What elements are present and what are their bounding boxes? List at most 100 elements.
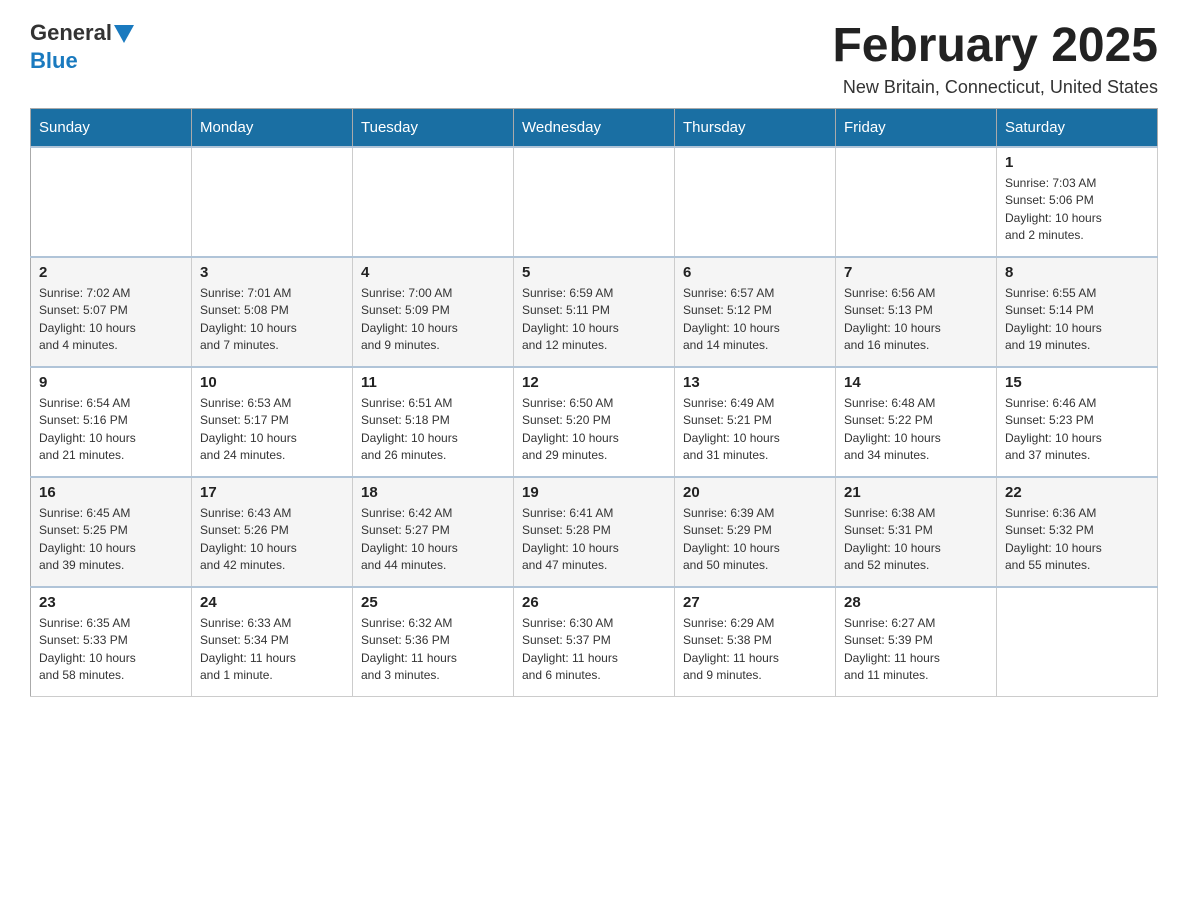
calendar-cell	[836, 147, 997, 257]
day-number: 14	[844, 374, 988, 391]
day-number: 1	[1005, 154, 1149, 171]
day-info: Sunrise: 7:02 AM Sunset: 5:07 PM Dayligh…	[39, 285, 183, 355]
logo-triangle-icon	[114, 25, 134, 43]
day-info: Sunrise: 6:45 AM Sunset: 5:25 PM Dayligh…	[39, 505, 183, 575]
calendar-cell: 4Sunrise: 7:00 AM Sunset: 5:09 PM Daylig…	[353, 257, 514, 367]
calendar-cell: 10 Sunrise: 6:53 AM Sunset: 5:17 PM Dayli…	[192, 367, 353, 477]
calendar-week-row: 2 Sunrise: 7:02 AM Sunset: 5:07 PM Daylig…	[31, 257, 1158, 367]
day-number: 23	[39, 594, 183, 611]
day-number: 22	[1005, 484, 1149, 501]
day-number: 12	[522, 374, 666, 391]
day-info: Sunrise: 6:57 AM Sunset: 5:12 PM Dayligh…	[683, 285, 827, 355]
day-info: Sunrise: 6:55 AM Sunset: 5:14 PM Dayligh…	[1005, 285, 1149, 355]
calendar-cell: 13Sunrise: 6:49 AM Sunset: 5:21 PM Dayli…	[675, 367, 836, 477]
calendar-cell: 11Sunrise: 6:51 AM Sunset: 5:18 PM Dayli…	[353, 367, 514, 477]
column-header-sunday: Sunday	[31, 108, 192, 147]
calendar-cell: 2 Sunrise: 7:02 AM Sunset: 5:07 PM Daylig…	[31, 257, 192, 367]
calendar-cell	[31, 147, 192, 257]
day-info: Sunrise: 6:53 AM Sunset: 5:17 PM Dayligh…	[200, 395, 344, 465]
header: General Blue February 2025 New Britain, …	[30, 20, 1158, 98]
subtitle: New Britain, Connecticut, United States	[832, 77, 1158, 98]
calendar: SundayMondayTuesdayWednesdayThursdayFrid…	[30, 108, 1158, 698]
day-number: 26	[522, 594, 666, 611]
calendar-week-row: 16 Sunrise: 6:45 AM Sunset: 5:25 PM Dayli…	[31, 477, 1158, 587]
day-info: Sunrise: 6:43 AM Sunset: 5:26 PM Dayligh…	[200, 505, 344, 575]
calendar-cell: 22 Sunrise: 6:36 AM Sunset: 5:32 PM Dayli…	[997, 477, 1158, 587]
day-info: Sunrise: 6:29 AM Sunset: 5:38 PM Dayligh…	[683, 615, 827, 685]
day-number: 28	[844, 594, 988, 611]
day-number: 5	[522, 264, 666, 281]
day-number: 3	[200, 264, 344, 281]
calendar-week-row: 23 Sunrise: 6:35 AM Sunset: 5:33 PM Dayli…	[31, 587, 1158, 697]
day-number: 7	[844, 264, 988, 281]
calendar-cell: 25 Sunrise: 6:32 AM Sunset: 5:36 PM Dayli…	[353, 587, 514, 697]
calendar-cell	[353, 147, 514, 257]
calendar-cell: 27 Sunrise: 6:29 AM Sunset: 5:38 PM Dayli…	[675, 587, 836, 697]
day-number: 24	[200, 594, 344, 611]
calendar-cell: 20 Sunrise: 6:39 AM Sunset: 5:29 PM Dayli…	[675, 477, 836, 587]
calendar-cell: 16 Sunrise: 6:45 AM Sunset: 5:25 PM Dayli…	[31, 477, 192, 587]
day-info: Sunrise: 7:01 AM Sunset: 5:08 PM Dayligh…	[200, 285, 344, 355]
day-info: Sunrise: 6:56 AM Sunset: 5:13 PM Dayligh…	[844, 285, 988, 355]
day-info: Sunrise: 7:03 AM Sunset: 5:06 PM Dayligh…	[1005, 175, 1149, 245]
logo: General Blue	[30, 20, 134, 74]
day-info: Sunrise: 6:38 AM Sunset: 5:31 PM Dayligh…	[844, 505, 988, 575]
calendar-cell: 7 Sunrise: 6:56 AM Sunset: 5:13 PM Daylig…	[836, 257, 997, 367]
calendar-cell: 6 Sunrise: 6:57 AM Sunset: 5:12 PM Daylig…	[675, 257, 836, 367]
calendar-cell: 26 Sunrise: 6:30 AM Sunset: 5:37 PM Dayli…	[514, 587, 675, 697]
day-number: 20	[683, 484, 827, 501]
calendar-cell: 9 Sunrise: 6:54 AM Sunset: 5:16 PM Daylig…	[31, 367, 192, 477]
calendar-cell: 23 Sunrise: 6:35 AM Sunset: 5:33 PM Dayli…	[31, 587, 192, 697]
day-info: Sunrise: 6:46 AM Sunset: 5:23 PM Dayligh…	[1005, 395, 1149, 465]
day-info: Sunrise: 6:54 AM Sunset: 5:16 PM Dayligh…	[39, 395, 183, 465]
day-number: 9	[39, 374, 183, 391]
day-info: Sunrise: 6:50 AM Sunset: 5:20 PM Dayligh…	[522, 395, 666, 465]
day-info: Sunrise: 6:42 AM Sunset: 5:27 PM Dayligh…	[361, 505, 505, 575]
day-info: Sunrise: 6:36 AM Sunset: 5:32 PM Dayligh…	[1005, 505, 1149, 575]
page-title: February 2025	[832, 20, 1158, 73]
day-number: 27	[683, 594, 827, 611]
column-header-monday: Monday	[192, 108, 353, 147]
day-number: 16	[39, 484, 183, 501]
calendar-cell	[514, 147, 675, 257]
calendar-week-row: 1 Sunrise: 7:03 AM Sunset: 5:06 PM Daylig…	[31, 147, 1158, 257]
day-number: 10	[200, 374, 344, 391]
calendar-cell: 8 Sunrise: 6:55 AM Sunset: 5:14 PM Daylig…	[997, 257, 1158, 367]
logo-blue-text: Blue	[30, 48, 78, 73]
day-info: Sunrise: 6:30 AM Sunset: 5:37 PM Dayligh…	[522, 615, 666, 685]
column-header-tuesday: Tuesday	[353, 108, 514, 147]
day-number: 25	[361, 594, 505, 611]
column-header-saturday: Saturday	[997, 108, 1158, 147]
day-info: Sunrise: 6:33 AM Sunset: 5:34 PM Dayligh…	[200, 615, 344, 685]
day-info: Sunrise: 6:32 AM Sunset: 5:36 PM Dayligh…	[361, 615, 505, 685]
calendar-cell: 15Sunrise: 6:46 AM Sunset: 5:23 PM Dayli…	[997, 367, 1158, 477]
calendar-cell	[675, 147, 836, 257]
calendar-cell	[192, 147, 353, 257]
calendar-cell: 17Sunrise: 6:43 AM Sunset: 5:26 PM Dayli…	[192, 477, 353, 587]
logo-general-text: General	[30, 20, 112, 46]
column-header-friday: Friday	[836, 108, 997, 147]
calendar-cell: 24 Sunrise: 6:33 AM Sunset: 5:34 PM Dayli…	[192, 587, 353, 697]
calendar-cell: 1 Sunrise: 7:03 AM Sunset: 5:06 PM Daylig…	[997, 147, 1158, 257]
calendar-cell: 3 Sunrise: 7:01 AM Sunset: 5:08 PM Daylig…	[192, 257, 353, 367]
day-info: Sunrise: 6:27 AM Sunset: 5:39 PM Dayligh…	[844, 615, 988, 685]
calendar-header-row: SundayMondayTuesdayWednesdayThursdayFrid…	[31, 108, 1158, 147]
day-number: 6	[683, 264, 827, 281]
day-number: 8	[1005, 264, 1149, 281]
day-info: Sunrise: 6:49 AM Sunset: 5:21 PM Dayligh…	[683, 395, 827, 465]
day-number: 21	[844, 484, 988, 501]
calendar-cell: 14Sunrise: 6:48 AM Sunset: 5:22 PM Dayli…	[836, 367, 997, 477]
calendar-cell: 28 Sunrise: 6:27 AM Sunset: 5:39 PM Dayli…	[836, 587, 997, 697]
column-header-thursday: Thursday	[675, 108, 836, 147]
day-info: Sunrise: 6:35 AM Sunset: 5:33 PM Dayligh…	[39, 615, 183, 685]
day-number: 19	[522, 484, 666, 501]
day-info: Sunrise: 6:39 AM Sunset: 5:29 PM Dayligh…	[683, 505, 827, 575]
day-info: Sunrise: 6:41 AM Sunset: 5:28 PM Dayligh…	[522, 505, 666, 575]
title-area: February 2025 New Britain, Connecticut, …	[832, 20, 1158, 98]
day-number: 2	[39, 264, 183, 281]
day-number: 4	[361, 264, 505, 281]
calendar-cell: 18Sunrise: 6:42 AM Sunset: 5:27 PM Dayli…	[353, 477, 514, 587]
calendar-cell: 5Sunrise: 6:59 AM Sunset: 5:11 PM Daylig…	[514, 257, 675, 367]
calendar-cell: 19 Sunrise: 6:41 AM Sunset: 5:28 PM Dayli…	[514, 477, 675, 587]
calendar-cell: 21 Sunrise: 6:38 AM Sunset: 5:31 PM Dayli…	[836, 477, 997, 587]
